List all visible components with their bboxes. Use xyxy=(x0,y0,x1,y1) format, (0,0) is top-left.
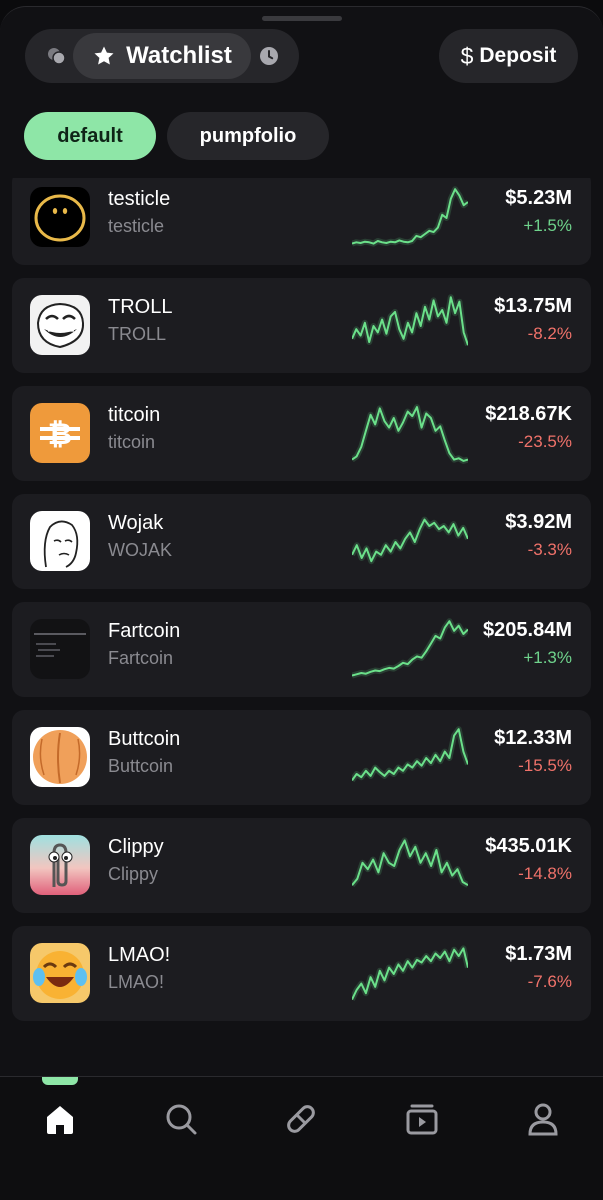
token-row-fartcoin[interactable]: Fartcoin Fartcoin $205.84M +1.3% xyxy=(12,602,591,697)
token-row-clippy[interactable]: Clippy Clippy $435.01K -14.8% xyxy=(12,818,591,913)
token-ticker: LMAO! xyxy=(108,972,165,992)
sparkline-chart xyxy=(352,726,468,783)
sheet-grabber[interactable] xyxy=(262,16,342,21)
token-name: testicle xyxy=(108,188,171,210)
token-ticker: testicle xyxy=(108,216,165,236)
bottom-tab-bar xyxy=(0,1076,603,1200)
home-icon xyxy=(47,1106,73,1134)
token-price: $1.73M xyxy=(505,943,572,965)
dollar-icon: $ xyxy=(460,42,474,69)
token-change: -8.2% xyxy=(527,324,572,343)
token-change: -14.8% xyxy=(518,864,572,883)
deposit-button[interactable]: $ Deposit xyxy=(439,29,578,83)
token-ticker: Clippy xyxy=(108,864,159,884)
token-avatar xyxy=(30,295,90,355)
watchlist-tab[interactable]: Watchlist xyxy=(73,33,251,79)
sparkline-chart xyxy=(352,618,468,679)
profile-icon xyxy=(528,1103,558,1136)
active-tab-indicator xyxy=(42,1077,78,1085)
token-name: titcoin xyxy=(108,404,161,426)
token-row-wojak[interactable]: Wojak WOJAK $3.92M -3.3% xyxy=(12,494,591,589)
view-switcher: Watchlist xyxy=(25,29,299,83)
sparkline-chart xyxy=(352,837,468,888)
token-ticker: titcoin xyxy=(108,432,156,452)
token-avatar xyxy=(30,187,90,247)
tab-profile[interactable] xyxy=(521,1097,565,1141)
star-icon xyxy=(94,46,114,65)
token-name: Wojak xyxy=(108,512,164,534)
token-change: -3.3% xyxy=(527,540,572,559)
token-avatar xyxy=(30,619,90,679)
token-price: $435.01K xyxy=(485,835,572,857)
token-price: $12.33M xyxy=(494,727,572,749)
token-change: -7.6% xyxy=(527,972,572,991)
search-icon xyxy=(166,1104,197,1135)
token-name: TROLL xyxy=(108,296,173,318)
token-change: -23.5% xyxy=(518,432,572,451)
watchlist-label: Watchlist xyxy=(126,42,232,69)
token-row-troll[interactable]: TROLL TROLL $13.75M -8.2% xyxy=(12,278,591,373)
token-price: $218.67K xyxy=(485,403,572,425)
svg-text:₿: ₿ xyxy=(48,417,72,452)
token-row-testicle[interactable]: testicle testicle $5.23M +1.5% xyxy=(12,178,591,265)
token-name: LMAO! xyxy=(108,944,171,966)
token-price: $5.23M xyxy=(505,187,572,209)
clock-icon[interactable] xyxy=(249,29,289,83)
deposit-label: Deposit xyxy=(479,44,557,67)
token-avatar: ₿ xyxy=(30,403,90,463)
token-ticker: TROLL xyxy=(108,324,167,344)
token-price: $205.84M xyxy=(483,619,572,641)
token-name: Clippy xyxy=(108,836,164,858)
token-row-lmao[interactable]: LMAO! LMAO! $1.73M -7.6% xyxy=(12,926,591,1021)
token-change: -15.5% xyxy=(518,756,572,775)
sparkline-chart xyxy=(352,186,468,247)
video-icon xyxy=(406,1104,438,1135)
token-avatar xyxy=(30,511,90,571)
token-ticker: Fartcoin xyxy=(108,648,174,668)
filter-chip-default[interactable]: default xyxy=(24,112,156,160)
token-change: +1.5% xyxy=(523,216,572,235)
filter-chip-pumpfolio[interactable]: pumpfolio xyxy=(167,112,329,160)
token-name: Buttcoin xyxy=(108,728,181,750)
sparkline-glow xyxy=(352,618,468,679)
token-price: $13.75M xyxy=(494,295,572,317)
tab-search[interactable] xyxy=(159,1097,203,1141)
pill-icon xyxy=(287,1105,315,1133)
tab-video[interactable] xyxy=(400,1097,444,1141)
sparkline-chart xyxy=(352,294,468,347)
token-avatar xyxy=(30,727,90,787)
sparkline-chart xyxy=(352,516,468,565)
sparkline-chart xyxy=(352,404,468,464)
tab-home[interactable] xyxy=(38,1097,82,1141)
sparkline-glow xyxy=(352,837,468,888)
coins-icon[interactable] xyxy=(37,29,77,83)
token-price: $3.92M xyxy=(505,511,572,533)
tab-pill[interactable] xyxy=(279,1097,323,1141)
token-ticker: Buttcoin xyxy=(108,756,174,776)
token-change: +1.3% xyxy=(523,648,572,667)
token-avatar xyxy=(30,835,90,895)
token-ticker: WOJAK xyxy=(108,540,173,560)
token-row-buttcoin[interactable]: Buttcoin Buttcoin $12.33M -15.5% xyxy=(12,710,591,805)
token-name: Fartcoin xyxy=(108,620,181,642)
sparkline-line xyxy=(352,188,468,245)
token-avatar xyxy=(30,943,90,1003)
token-row-titcoin[interactable]: ₿ titcoin titcoin $218.67K -23.5% xyxy=(12,386,591,481)
sparkline-chart xyxy=(352,945,468,1001)
watchlist: testicle testicle $5.23M +1.5% TROLL TRO… xyxy=(0,178,603,1058)
